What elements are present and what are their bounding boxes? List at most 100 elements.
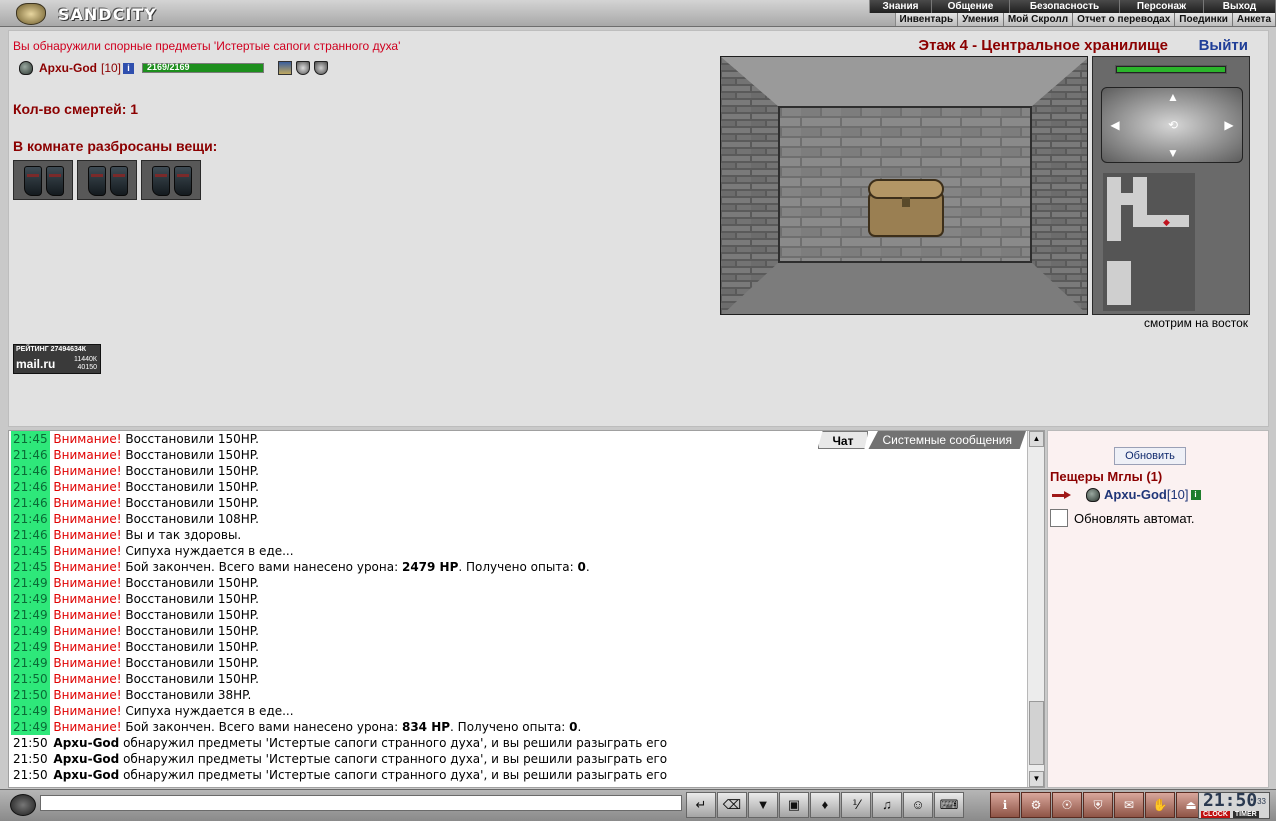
keyboard-icon[interactable]: ⌨ bbox=[934, 792, 964, 818]
info-action-icon[interactable]: ℹ bbox=[990, 792, 1020, 818]
turn-right-button[interactable]: ▶ bbox=[1220, 118, 1238, 132]
chat-text: Восстановили 150HP. bbox=[121, 640, 259, 654]
buff-shield-icon[interactable] bbox=[296, 61, 311, 75]
save-icon[interactable]: ▣ bbox=[779, 792, 809, 818]
chat-time[interactable]: 21:49 bbox=[11, 575, 50, 591]
chat-input[interactable] bbox=[40, 795, 682, 811]
turn-left-button[interactable]: ◀ bbox=[1106, 118, 1124, 132]
chat-nick[interactable]: Apxu-God bbox=[53, 752, 119, 766]
menu-knowledge[interactable]: Знания bbox=[870, 0, 932, 13]
timer-label[interactable]: TIMER bbox=[1232, 811, 1259, 818]
mini-hp-fill bbox=[1117, 67, 1225, 72]
menu-communication[interactable]: Общение bbox=[932, 0, 1010, 13]
chat-nick[interactable]: Apxu-God bbox=[53, 736, 119, 750]
chat-time[interactable]: 21:50 bbox=[11, 687, 50, 703]
tab-system-messages[interactable]: Системные сообщения bbox=[868, 431, 1026, 449]
chat-time[interactable]: 21:50 bbox=[11, 671, 50, 687]
boots-icon[interactable] bbox=[77, 160, 137, 200]
chat-time[interactable]: 21:50 bbox=[11, 735, 50, 751]
chat-time[interactable]: 21:49 bbox=[11, 703, 50, 719]
menu-security[interactable]: Безопасность bbox=[1010, 0, 1120, 13]
top-bar: SANDCITY Знания Общение Безопасность Пер… bbox=[0, 0, 1276, 27]
chat-time[interactable]: 21:46 bbox=[11, 495, 50, 511]
translit-icon[interactable]: ⅟ bbox=[841, 792, 871, 818]
menu-character[interactable]: Персонаж bbox=[1120, 0, 1204, 13]
chat-time[interactable]: 21:49 bbox=[11, 655, 50, 671]
chat-time[interactable]: 21:46 bbox=[11, 479, 50, 495]
scroll-action-icon[interactable]: ⚙ bbox=[1021, 792, 1051, 818]
chat-time[interactable]: 21:46 bbox=[11, 511, 50, 527]
chat-time[interactable]: 21:49 bbox=[11, 719, 50, 735]
attack-icon[interactable] bbox=[1050, 488, 1072, 502]
move-back-button[interactable]: ▼ bbox=[1164, 146, 1182, 160]
mailru-rating-badge[interactable]: РЕЙТИНГ 27494634К mail.ru 11440К 40150 bbox=[13, 344, 101, 374]
refresh-view-icon[interactable]: ⟲ bbox=[1164, 118, 1182, 132]
exit-link[interactable]: Выйти bbox=[1199, 37, 1248, 54]
submenu-skills[interactable]: Умения bbox=[958, 13, 1004, 26]
submenu-transfer-report[interactable]: Отчет о переводах bbox=[1073, 13, 1176, 26]
chat-nick[interactable]: Apxu-God bbox=[53, 768, 119, 782]
menu-exit[interactable]: Выход bbox=[1204, 0, 1276, 13]
chat-time[interactable]: 21:49 bbox=[11, 639, 50, 655]
game-logo[interactable]: SANDCITY bbox=[6, 0, 156, 27]
submenu-inventory[interactable]: Инвентарь bbox=[896, 13, 959, 26]
buff-scroll-icon[interactable] bbox=[278, 61, 293, 75]
game-clock: 21:50 33 CLOCK TIMER bbox=[1198, 790, 1270, 819]
chat-time[interactable]: 21:49 bbox=[11, 623, 50, 639]
chat-mode-icon[interactable] bbox=[10, 794, 36, 816]
dungeon-corridor-scene bbox=[721, 57, 1087, 314]
dungeon-view[interactable] bbox=[720, 56, 1088, 315]
player-info-icon[interactable]: i bbox=[123, 62, 135, 74]
rune-action-icon[interactable]: ☉ bbox=[1052, 792, 1082, 818]
auto-refresh-checkbox[interactable] bbox=[1050, 509, 1068, 527]
chat-time[interactable]: 21:46 bbox=[11, 527, 50, 543]
scroll-up-button[interactable]: ▲ bbox=[1029, 431, 1044, 447]
boots-icon[interactable] bbox=[13, 160, 73, 200]
chat-time[interactable]: 21:50 bbox=[11, 767, 50, 783]
move-forward-button[interactable]: ▲ bbox=[1164, 90, 1182, 104]
chat-log[interactable]: 21:45 Внимание! Восстановили 150HP. 21:46… bbox=[11, 431, 1026, 787]
chat-scrollbar[interactable]: ▲ ▼ bbox=[1027, 431, 1044, 787]
chat-time[interactable]: 21:45 bbox=[11, 543, 50, 559]
treasure-chest-icon[interactable] bbox=[868, 179, 944, 237]
hand-action-icon[interactable]: ✋ bbox=[1145, 792, 1175, 818]
buff-armor-icon[interactable] bbox=[314, 61, 329, 75]
clock-labels: CLOCK TIMER bbox=[1201, 811, 1259, 818]
player-name[interactable]: Apxu-God bbox=[39, 61, 97, 75]
refresh-button[interactable]: Обновить bbox=[1114, 447, 1186, 465]
smile-dance-icon[interactable]: ♦ bbox=[810, 792, 840, 818]
submenu-profile[interactable]: Анкета bbox=[1233, 13, 1276, 26]
chat-warning: Внимание! bbox=[53, 544, 122, 558]
clock-label[interactable]: CLOCK bbox=[1201, 811, 1230, 818]
clear-icon[interactable]: ⌫ bbox=[717, 792, 747, 818]
user-info-icon[interactable]: i bbox=[1190, 489, 1201, 500]
chat-time[interactable]: 21:45 bbox=[11, 431, 50, 447]
boots-icon[interactable] bbox=[141, 160, 201, 200]
chat-text: обнаружил предметы 'Истертые сапоги стра… bbox=[119, 768, 668, 782]
chat-time[interactable]: 21:46 bbox=[11, 447, 50, 463]
bottom-toolbar: ↵ ⌫ ▼ ▣ ♦ ⅟ ♫ ☺ ⌨ ℹ ⚙ ☉ ⛨ ✉ ✋ ⏏ 21:50 33 CLOCK TIMER bbox=[0, 789, 1276, 821]
location-name: Пещеры Мглы (1) bbox=[1050, 469, 1163, 484]
chat-line: 21:45 Внимание! Бой закончен. Всего вами… bbox=[11, 559, 1026, 575]
chat-time[interactable]: 21:46 bbox=[11, 463, 50, 479]
shield-action-icon[interactable]: ⛨ bbox=[1083, 792, 1113, 818]
send-icon[interactable]: ↵ bbox=[686, 792, 716, 818]
submenu-duels[interactable]: Поединки bbox=[1175, 13, 1233, 26]
chat-warning: Внимание! bbox=[53, 432, 122, 446]
hp-bar: 2169/2169 bbox=[142, 62, 265, 73]
submenu-my-scroll[interactable]: Мой Скролл bbox=[1004, 13, 1074, 26]
chat-time[interactable]: 21:45 bbox=[11, 559, 50, 575]
filter-icon[interactable]: ▼ bbox=[748, 792, 778, 818]
gift-action-icon[interactable]: ✉ bbox=[1114, 792, 1144, 818]
chat-text: Сипуха нуждается в еде... bbox=[121, 704, 294, 718]
chat-time[interactable]: 21:49 bbox=[11, 607, 50, 623]
music-icon[interactable]: ♫ bbox=[872, 792, 902, 818]
tab-chat[interactable]: Чат bbox=[817, 431, 869, 449]
chat-time[interactable]: 21:50 bbox=[11, 751, 50, 767]
scroll-thumb[interactable] bbox=[1029, 701, 1044, 765]
clan-skull-icon bbox=[1086, 487, 1100, 502]
chat-time[interactable]: 21:49 bbox=[11, 591, 50, 607]
smiley-icon[interactable]: ☺ bbox=[903, 792, 933, 818]
online-user-name[interactable]: Apxu-God bbox=[1104, 487, 1167, 502]
scroll-down-button[interactable]: ▼ bbox=[1029, 771, 1044, 787]
